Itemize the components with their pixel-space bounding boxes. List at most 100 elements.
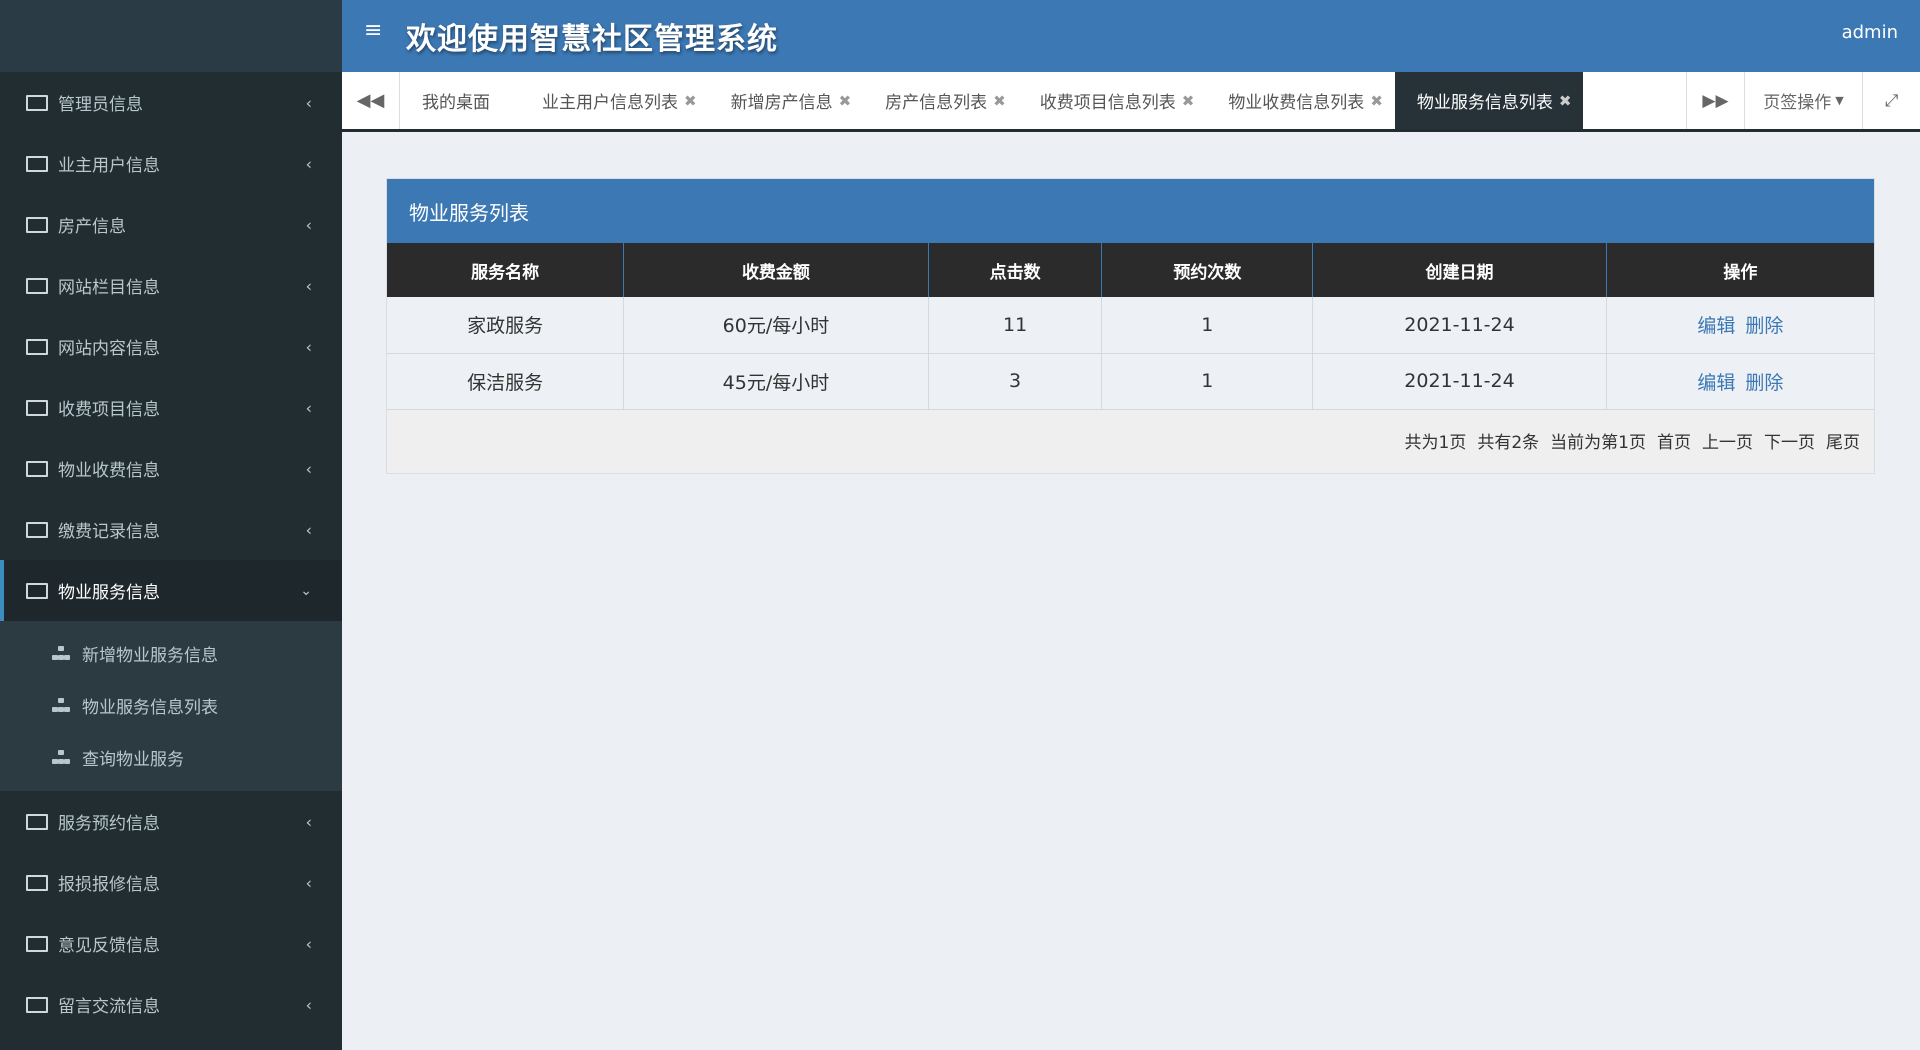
delete-link[interactable]: 删除 xyxy=(1745,315,1783,337)
pager-first-link[interactable]: 首页 xyxy=(1657,428,1691,453)
chevron-left-icon: ‹ xyxy=(305,873,312,892)
sidebar-item-message[interactable]: 留言交流信息 ‹ xyxy=(0,974,342,1035)
page-title: 欢迎使用智慧社区管理系统 xyxy=(406,22,778,57)
column-header: 收费金额 xyxy=(623,243,929,297)
pager-prev-link[interactable]: 上一页 xyxy=(1702,428,1753,453)
tab-owner-user-list[interactable]: 业主用户信息列表 ✖ xyxy=(520,72,709,129)
submenu-item-label: 查询物业服务 xyxy=(82,749,184,770)
tab-add-property[interactable]: 新增房产信息 ✖ xyxy=(709,72,864,129)
monitor-icon xyxy=(26,216,48,233)
tab-fee-item-list[interactable]: 收费项目信息列表 ✖ xyxy=(1018,72,1207,129)
top-header: ≡ 欢迎使用智慧社区管理系统 admin xyxy=(342,0,1920,72)
close-icon[interactable]: ✖ xyxy=(1182,92,1195,110)
column-header: 创建日期 xyxy=(1312,243,1607,297)
sidebar-item-service-booking[interactable]: 服务预约信息 ‹ xyxy=(0,791,342,852)
submenu-item-service-list[interactable]: 物业服务信息列表 xyxy=(0,679,342,731)
tab-label: 新增房产信息 xyxy=(730,93,833,113)
sidebar-item-property-fee[interactable]: 物业收费信息 ‹ xyxy=(0,438,342,499)
sidebar-item-repair[interactable]: 报损报修信息 ‹ xyxy=(0,852,342,913)
edit-link[interactable]: 编辑 xyxy=(1697,372,1735,394)
sidebar-item-label: 报损报修信息 xyxy=(58,875,160,895)
sidebar-item-feedback[interactable]: 意见反馈信息 ‹ xyxy=(0,913,342,974)
chevron-left-icon: ‹ xyxy=(305,337,312,356)
close-icon[interactable]: ✖ xyxy=(839,92,852,110)
pager-current-page: 当前为第1页 xyxy=(1550,433,1646,453)
monitor-icon xyxy=(26,582,48,599)
sidebar-item-label: 业主用户信息 xyxy=(58,156,160,176)
tab-scroll-right-button[interactable]: ▶▶ xyxy=(1686,72,1744,129)
monitor-icon xyxy=(26,399,48,416)
sidebar-item-label: 服务预约信息 xyxy=(58,814,160,834)
tab-property-list[interactable]: 房产信息列表 ✖ xyxy=(863,72,1018,129)
cell-bookings: 1 xyxy=(1101,297,1314,354)
tab-operations-dropdown[interactable]: 页签操作 ▼ xyxy=(1744,72,1862,129)
sidebar-item-label: 房产信息 xyxy=(58,217,126,237)
column-header: 服务名称 xyxy=(387,243,625,297)
submenu-item-add-service[interactable]: 新增物业服务信息 xyxy=(0,627,342,679)
tab-controls: ▶▶ 页签操作 ▼ ⤢ xyxy=(1686,72,1920,129)
sidebar-item-label: 收费项目信息 xyxy=(58,400,160,420)
sidebar-item-label: 管理员信息 xyxy=(58,95,143,115)
sidebar-item-property-service[interactable]: 物业服务信息 ⌄ xyxy=(0,560,342,621)
caret-down-icon: ▼ xyxy=(1835,94,1844,107)
double-right-arrow-icon: ▶▶ xyxy=(1702,90,1729,111)
pager-last-link[interactable]: 尾页 xyxy=(1826,428,1860,453)
monitor-icon xyxy=(26,935,48,952)
pager-total-pages: 共为1页 xyxy=(1404,433,1467,453)
close-icon[interactable]: ✖ xyxy=(1370,92,1383,110)
chevron-left-icon: ‹ xyxy=(305,459,312,478)
submenu-item-query-service[interactable]: 查询物业服务 xyxy=(0,731,342,783)
chevron-left-icon: ‹ xyxy=(305,276,312,295)
cell-service-name: 保洁服务 xyxy=(387,353,625,410)
sitemap-icon xyxy=(52,698,70,712)
tab-label: 物业服务信息列表 xyxy=(1416,93,1553,113)
pager-next-link[interactable]: 下一页 xyxy=(1764,428,1815,453)
tab-label: 物业收费信息列表 xyxy=(1228,93,1365,113)
pagination: 共为1页 共有2条 当前为第1页 首页 上一页 下一页 尾页 xyxy=(387,410,1874,472)
close-icon[interactable]: ✖ xyxy=(1559,92,1572,110)
column-header: 操作 xyxy=(1606,243,1874,297)
submenu-item-label: 新增物业服务信息 xyxy=(82,645,218,666)
sidebar-item-label: 网站栏目信息 xyxy=(58,278,160,298)
sidebar-item-label: 物业收费信息 xyxy=(58,461,160,481)
tab-property-service-list[interactable]: 物业服务信息列表 ✖ xyxy=(1394,72,1584,129)
chevron-left-icon: ‹ xyxy=(305,215,312,234)
tab-scroll-left-button[interactable]: ◀◀ xyxy=(342,72,400,129)
monitor-icon xyxy=(26,338,48,355)
cell-actions: 编辑 删除 xyxy=(1606,297,1874,354)
chevron-left-icon: ‹ xyxy=(305,995,312,1014)
hamburger-icon[interactable]: ≡ xyxy=(364,18,382,43)
sidebar-item-label: 留言交流信息 xyxy=(58,997,160,1017)
sidebar-item-payment-record[interactable]: 缴费记录信息 ‹ xyxy=(0,499,342,560)
edit-link[interactable]: 编辑 xyxy=(1697,315,1735,337)
tab-label: 收费项目信息列表 xyxy=(1039,93,1176,113)
sidebar-item-admin[interactable]: 管理员信息 ‹ xyxy=(0,72,342,133)
pager-total-items: 共有2条 xyxy=(1477,433,1540,453)
monitor-icon xyxy=(26,94,48,111)
tab-operations-label: 页签操作 xyxy=(1763,93,1832,113)
tab-label: 我的桌面 xyxy=(422,93,490,113)
close-icon[interactable]: ✖ xyxy=(684,92,697,110)
table-header-row: 服务名称 收费金额 点击数 预约次数 创建日期 操作 xyxy=(387,243,1874,297)
sidebar-item-property[interactable]: 房产信息 ‹ xyxy=(0,194,342,255)
sidebar-item-owner-user[interactable]: 业主用户信息 ‹ xyxy=(0,133,342,194)
chevron-left-icon: ‹ xyxy=(305,93,312,112)
sidebar-item-fee-item[interactable]: 收费项目信息 ‹ xyxy=(0,377,342,438)
tab-property-fee-list[interactable]: 物业收费信息列表 ✖ xyxy=(1206,72,1395,129)
chevron-left-icon: ‹ xyxy=(305,934,312,953)
chevron-left-icon: ‹ xyxy=(305,398,312,417)
sidebar-item-site-content[interactable]: 网站内容信息 ‹ xyxy=(0,316,342,377)
table-row: 保洁服务 45元/每小时 3 1 2021-11-24 编辑 删除 xyxy=(387,353,1874,410)
user-name[interactable]: admin xyxy=(1842,22,1898,43)
tab-my-desktop[interactable]: 我的桌面 xyxy=(400,72,520,129)
tab-label: 房产信息列表 xyxy=(885,93,988,113)
sidebar-item-site-column[interactable]: 网站栏目信息 ‹ xyxy=(0,255,342,316)
fullscreen-button[interactable]: ⤢ xyxy=(1862,72,1920,129)
table-row: 家政服务 60元/每小时 11 1 2021-11-24 编辑 删除 xyxy=(387,297,1874,354)
cell-service-name: 家政服务 xyxy=(387,297,625,354)
close-icon[interactable]: ✖ xyxy=(993,92,1006,110)
delete-link[interactable]: 删除 xyxy=(1745,372,1783,394)
cell-bookings: 1 xyxy=(1101,353,1314,410)
monitor-icon xyxy=(26,874,48,891)
chevron-left-icon: ‹ xyxy=(305,520,312,539)
